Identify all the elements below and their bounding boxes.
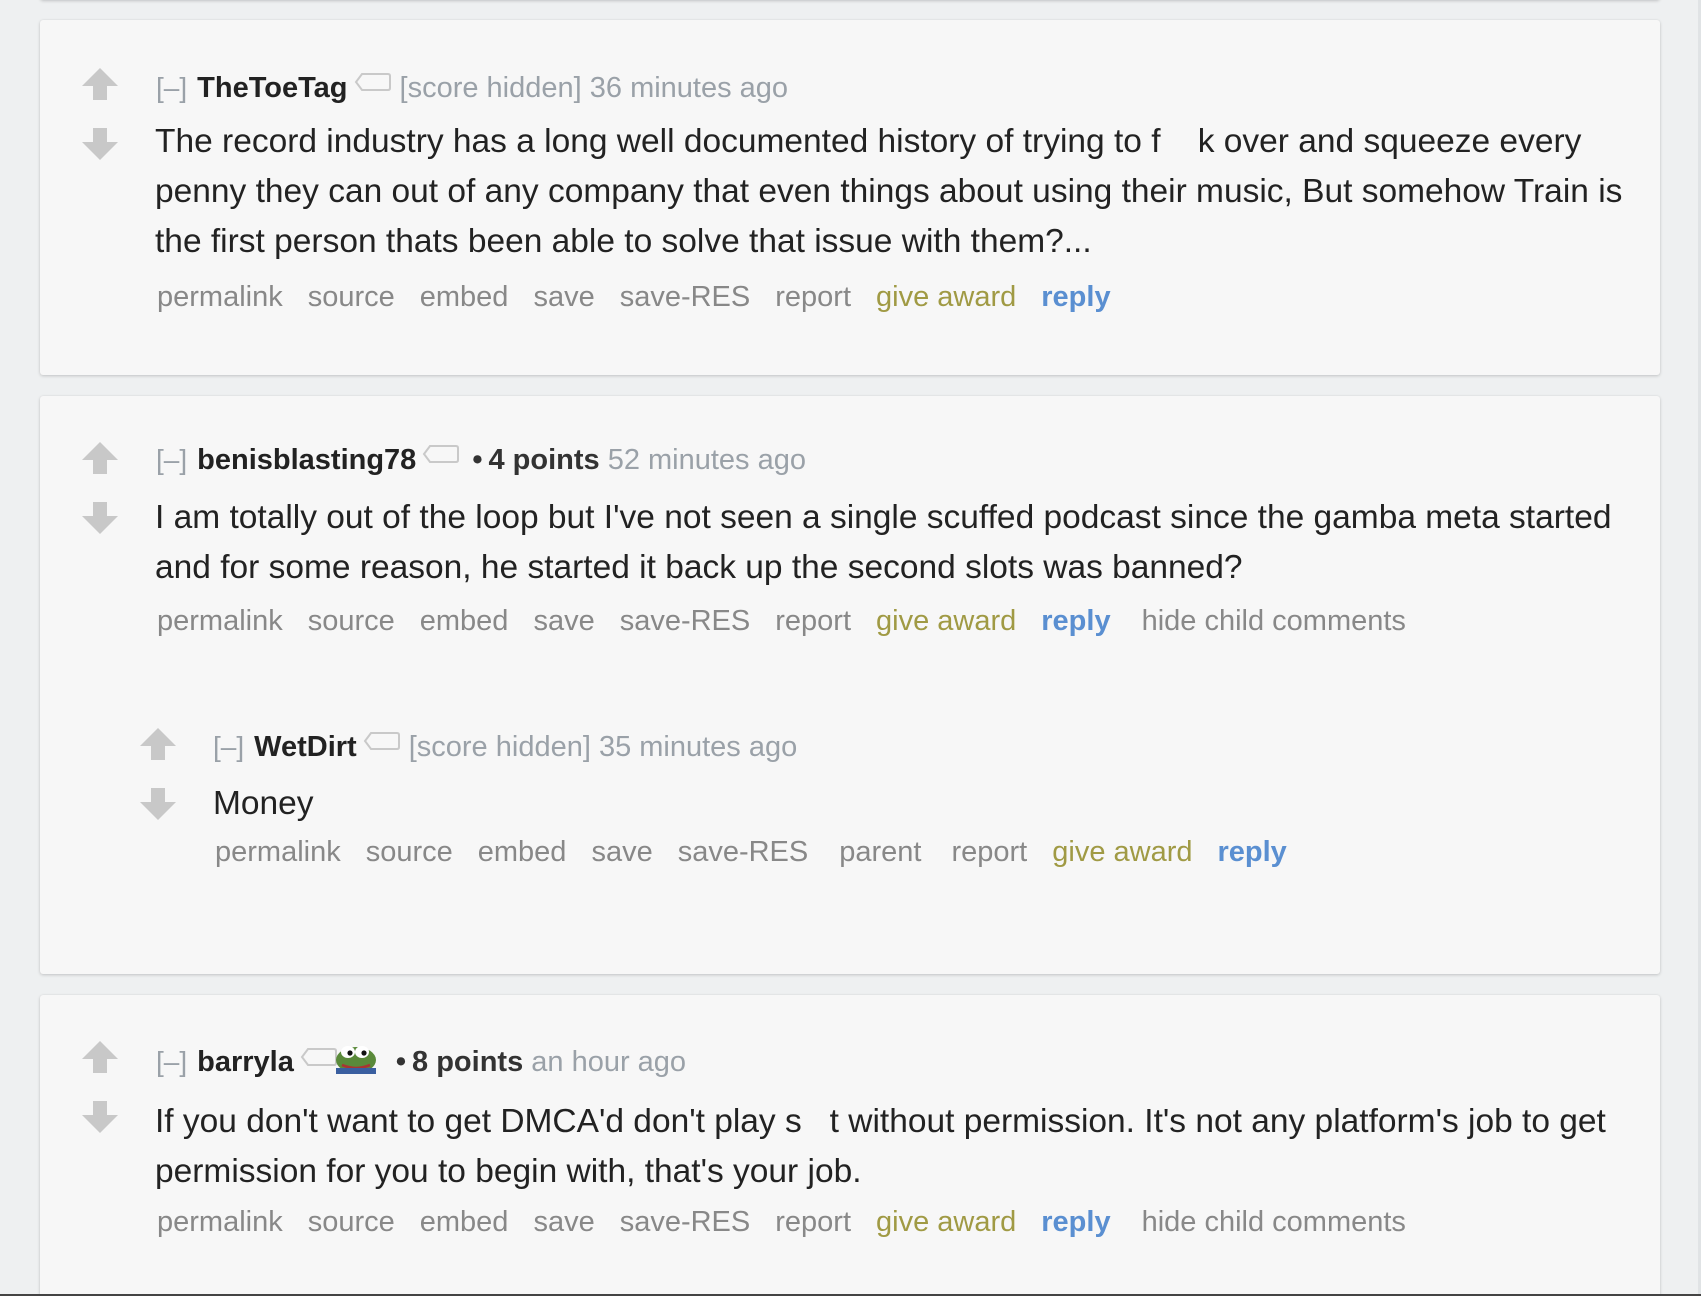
comment-actions: permalink source embed save save-RES report gi… bbox=[157, 1204, 1431, 1240]
hide-child-comments-link[interactable]: hide child comments bbox=[1142, 605, 1406, 637]
bullet-separator: • bbox=[395, 1046, 407, 1079]
comment-tagline: [–] barryla • 8 points an hour ago bbox=[156, 1042, 686, 1085]
reply-link[interactable]: reply bbox=[1041, 1206, 1110, 1238]
source-link[interactable]: source bbox=[366, 836, 453, 868]
user-tag-icon[interactable] bbox=[354, 65, 392, 101]
collapse-toggle[interactable]: [–] bbox=[156, 1046, 187, 1077]
downvote-arrow-icon[interactable] bbox=[80, 500, 120, 540]
comment-time: 35 minutes ago bbox=[598, 731, 798, 763]
bullet-separator: • bbox=[472, 444, 483, 476]
embed-link[interactable]: embed bbox=[420, 1206, 509, 1238]
child-comment-body: Money bbox=[213, 785, 314, 822]
child-vote-column bbox=[138, 726, 178, 826]
permalink-link[interactable]: permalink bbox=[157, 1206, 283, 1238]
vote-column bbox=[80, 440, 120, 540]
comment-body: If you don't want to get DMCA'd don't pl… bbox=[155, 1103, 1606, 1190]
comment-card: [–] TheToeTag [score hidden] 36 minutes ag… bbox=[40, 20, 1660, 375]
comment-card: [–] benisblasting78 • 4 points 52 minutes a… bbox=[40, 396, 1660, 974]
upvote-arrow-icon[interactable] bbox=[138, 726, 178, 766]
child-comment-actions: permalink source embed save save-RES parent re… bbox=[215, 834, 1318, 870]
give-award-link[interactable]: give award bbox=[876, 281, 1016, 313]
permalink-link[interactable]: permalink bbox=[157, 605, 283, 637]
pepe-frog-flair-icon bbox=[334, 1040, 378, 1083]
comment-time: 36 minutes ago bbox=[589, 72, 789, 104]
give-award-link[interactable]: give award bbox=[876, 1206, 1016, 1238]
comment-author[interactable]: TheToeTag bbox=[197, 72, 347, 104]
report-link[interactable]: report bbox=[775, 281, 851, 313]
comment-page: [–] TheToeTag [score hidden] 36 minutes ag… bbox=[0, 0, 1701, 1296]
reply-link[interactable]: reply bbox=[1218, 836, 1287, 868]
upvote-arrow-icon[interactable] bbox=[80, 1039, 120, 1079]
user-tag-icon[interactable] bbox=[363, 724, 401, 760]
user-tag-icon[interactable] bbox=[422, 437, 460, 473]
save-link[interactable]: save bbox=[533, 281, 594, 313]
user-tag-icon[interactable] bbox=[300, 1040, 338, 1076]
collapse-toggle[interactable]: [–] bbox=[213, 731, 244, 762]
collapse-toggle[interactable]: [–] bbox=[156, 72, 187, 103]
embed-link[interactable]: embed bbox=[420, 281, 509, 313]
save-res-link[interactable]: save-RES bbox=[620, 1206, 751, 1238]
upvote-arrow-icon[interactable] bbox=[80, 440, 120, 480]
reply-link[interactable]: reply bbox=[1041, 281, 1110, 313]
report-link[interactable]: report bbox=[951, 836, 1027, 868]
report-link[interactable]: report bbox=[775, 1206, 851, 1238]
give-award-link[interactable]: give award bbox=[876, 605, 1016, 637]
comment-time: 52 minutes ago bbox=[607, 444, 807, 476]
comment-score: 4 points bbox=[488, 444, 600, 476]
vote-column bbox=[80, 1039, 120, 1139]
comment-author[interactable]: WetDirt bbox=[254, 731, 357, 763]
save-link[interactable]: save bbox=[533, 1206, 594, 1238]
reply-link[interactable]: reply bbox=[1041, 605, 1110, 637]
save-link[interactable]: save bbox=[533, 605, 594, 637]
source-link[interactable]: source bbox=[308, 1206, 395, 1238]
comment-score: 8 points bbox=[412, 1046, 524, 1079]
comment-time: an hour ago bbox=[531, 1046, 687, 1079]
comment-tagline: [–] benisblasting78 • 4 points 52 minutes a… bbox=[156, 442, 806, 479]
hide-child-comments-link[interactable]: hide child comments bbox=[1142, 1206, 1406, 1238]
save-res-link[interactable]: save-RES bbox=[678, 836, 809, 868]
collapse-toggle[interactable]: [–] bbox=[156, 444, 187, 475]
save-res-link[interactable]: save-RES bbox=[620, 281, 751, 313]
vote-column bbox=[80, 66, 120, 166]
upvote-arrow-icon[interactable] bbox=[80, 66, 120, 106]
parent-link[interactable]: parent bbox=[839, 836, 921, 868]
source-link[interactable]: source bbox=[308, 605, 395, 637]
embed-link[interactable]: embed bbox=[420, 605, 509, 637]
comment-card: [–] barryla • 8 points an hour ago If you d… bbox=[40, 995, 1660, 1296]
downvote-arrow-icon[interactable] bbox=[80, 126, 120, 166]
child-comment-tagline: [–] WetDirt [score hidden] 35 minutes ago bbox=[213, 729, 797, 766]
comment-body: I am totally out of the loop but I've no… bbox=[155, 499, 1612, 586]
downvote-arrow-icon[interactable] bbox=[138, 786, 178, 826]
permalink-link[interactable]: permalink bbox=[215, 836, 341, 868]
permalink-link[interactable]: permalink bbox=[157, 281, 283, 313]
comment-author[interactable]: benisblasting78 bbox=[197, 444, 416, 476]
comment-score: [score hidden] bbox=[408, 731, 591, 763]
downvote-arrow-icon[interactable] bbox=[80, 1099, 120, 1139]
comment-tagline: [–] TheToeTag [score hidden] 36 minutes ag… bbox=[156, 70, 788, 107]
save-res-link[interactable]: save-RES bbox=[620, 605, 751, 637]
embed-link[interactable]: embed bbox=[478, 836, 567, 868]
report-link[interactable]: report bbox=[775, 605, 851, 637]
comment-actions: permalink source embed save save-RES report gi… bbox=[157, 279, 1142, 315]
comment-author[interactable]: barryla bbox=[197, 1046, 294, 1078]
source-link[interactable]: source bbox=[308, 281, 395, 313]
comment-body: The record industry has a long well docu… bbox=[155, 123, 1623, 260]
give-award-link[interactable]: give award bbox=[1052, 836, 1192, 868]
comment-score: [score hidden] bbox=[399, 72, 582, 104]
save-link[interactable]: save bbox=[591, 836, 652, 868]
comment-actions: permalink source embed save save-RES report gi… bbox=[157, 603, 1431, 639]
